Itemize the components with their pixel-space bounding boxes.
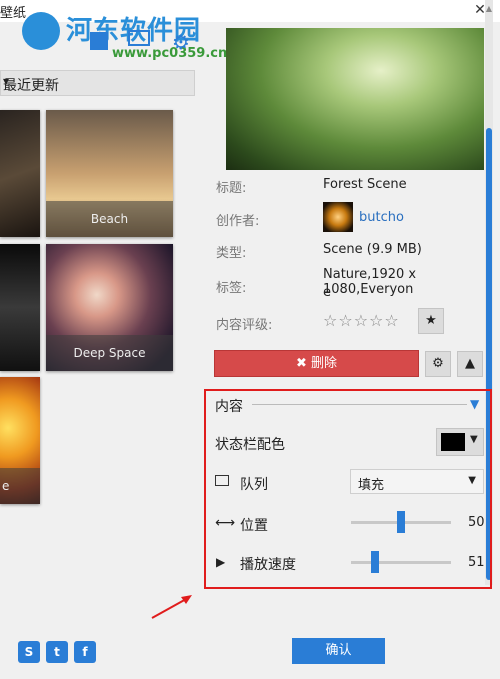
warning-icon: ▲: [465, 356, 475, 371]
facebook-icon[interactable]: f: [74, 641, 96, 663]
wallpaper-thumb[interactable]: e: [0, 377, 40, 504]
tags-value-line1: Nature,1920 x 1080,Everyon: [323, 267, 417, 297]
sort-dropdown[interactable]: 最近更新 ▾: [0, 70, 195, 96]
steam-workshop-button[interactable]: ⚙: [425, 351, 451, 377]
confirm-button[interactable]: 确认: [292, 638, 385, 664]
type-label: 类型:: [216, 246, 247, 261]
title-value: Forest Scene: [323, 177, 407, 192]
screen-icon[interactable]: [90, 32, 108, 50]
wallpaper-thumb[interactable]: [0, 244, 40, 371]
title-label: 标题:: [216, 181, 247, 196]
window-title: 壁纸: [0, 6, 27, 21]
monitor-icon[interactable]: [128, 30, 150, 46]
delete-button[interactable]: ✖ 删除: [214, 350, 419, 377]
steam-icon: ⚙: [432, 356, 444, 371]
author-link[interactable]: butcho: [359, 210, 404, 225]
tags-label: 标签:: [216, 281, 247, 296]
wallpaper-thumb[interactable]: [0, 110, 40, 237]
wallpaper-thumb[interactable]: Deep Space: [46, 244, 173, 371]
wallpaper-preview-image: [226, 28, 484, 170]
wallpaper-thumb[interactable]: Beach: [46, 110, 173, 237]
avatar[interactable]: [323, 202, 353, 232]
tags-value-line2: e: [323, 285, 331, 300]
twitter-icon[interactable]: t: [46, 641, 68, 663]
rating-label: 内容评级:: [216, 318, 273, 333]
annotation-arrow-icon: [151, 595, 192, 619]
author-label: 创作者:: [216, 214, 260, 229]
steam-icon[interactable]: S: [18, 641, 40, 663]
scroll-up-icon[interactable]: ▲: [484, 4, 494, 14]
close-button[interactable]: ✕: [460, 0, 500, 20]
watermark-url: www.pc0359.cn: [112, 46, 228, 61]
rating-stars[interactable]: ☆☆☆☆☆: [323, 311, 400, 330]
type-value: Scene (9.9 MB): [323, 242, 422, 257]
annotation-frame: [204, 389, 492, 589]
gear-icon[interactable]: ⚙: [172, 30, 190, 54]
report-button[interactable]: ▲: [457, 351, 483, 377]
watermark-logo-icon: [22, 12, 60, 50]
wallpaper-caption: Beach: [46, 201, 173, 237]
favorite-button[interactable]: ★: [418, 308, 444, 334]
star-icon: ★: [425, 313, 437, 328]
wallpaper-caption: e: [0, 468, 40, 504]
wallpaper-caption: Deep Space: [46, 335, 173, 371]
chevron-down-icon: ▾: [3, 74, 10, 88]
